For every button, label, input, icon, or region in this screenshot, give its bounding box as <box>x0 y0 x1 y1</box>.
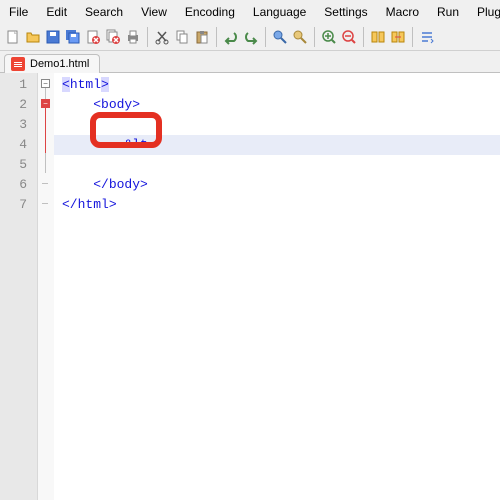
open-file-icon[interactable] <box>24 28 42 46</box>
line-num: 2 <box>0 95 37 115</box>
menu-plugins[interactable]: Plugins <box>468 3 500 21</box>
line-num: 4 <box>0 135 37 155</box>
menu-file[interactable]: File <box>0 3 37 21</box>
file-modified-icon <box>11 57 25 71</box>
sync-scroll-icon[interactable] <box>369 28 387 46</box>
tab-demo1[interactable]: Demo1.html <box>4 54 100 73</box>
menu-encoding[interactable]: Encoding <box>176 3 244 21</box>
entity-text: &lt <box>124 137 147 152</box>
close-icon[interactable] <box>84 28 102 46</box>
undo-icon[interactable] <box>222 28 240 46</box>
zoom-in-icon[interactable] <box>320 28 338 46</box>
replace-icon[interactable] <box>291 28 309 46</box>
line-gutter: 1 2 3 4 5 6 7 <box>0 73 38 500</box>
line-num: 5 <box>0 155 37 175</box>
fold-box-icon[interactable]: − <box>41 79 50 88</box>
menu-edit[interactable]: Edit <box>37 3 76 21</box>
tab-bar: Demo1.html <box>0 51 500 73</box>
close-all-icon[interactable] <box>104 28 122 46</box>
menu-search[interactable]: Search <box>76 3 132 21</box>
cut-icon[interactable] <box>153 28 171 46</box>
print-icon[interactable] <box>124 28 142 46</box>
save-icon[interactable] <box>44 28 62 46</box>
redo-icon[interactable] <box>242 28 260 46</box>
code-area[interactable]: <html> <body> &lt </body> </html> <box>54 73 500 500</box>
menu-bar: File Edit Search View Encoding Language … <box>0 0 500 24</box>
fold-margin[interactable]: − − <box>38 73 54 500</box>
new-file-icon[interactable] <box>4 28 22 46</box>
find-icon[interactable] <box>271 28 289 46</box>
fold-box-icon[interactable]: − <box>41 99 50 108</box>
paste-icon[interactable] <box>193 28 211 46</box>
line-num: 7 <box>0 195 37 215</box>
copy-icon[interactable] <box>173 28 191 46</box>
save-all-icon[interactable] <box>64 28 82 46</box>
zoom-out-icon[interactable] <box>340 28 358 46</box>
line-num: 1 <box>0 75 37 95</box>
toolbar <box>0 24 500 51</box>
menu-settings[interactable]: Settings <box>315 3 376 21</box>
tab-label: Demo1.html <box>30 58 89 70</box>
wordwrap-icon[interactable] <box>389 28 407 46</box>
line-num: 6 <box>0 175 37 195</box>
line-num: 3 <box>0 115 37 135</box>
menu-run[interactable]: Run <box>428 3 468 21</box>
editor[interactable]: 1 2 3 4 5 6 7 − − <html> <body> &lt </bo… <box>0 73 500 500</box>
show-chars-icon[interactable] <box>418 28 436 46</box>
menu-language[interactable]: Language <box>244 3 315 21</box>
menu-macro[interactable]: Macro <box>377 3 428 21</box>
menu-view[interactable]: View <box>132 3 176 21</box>
